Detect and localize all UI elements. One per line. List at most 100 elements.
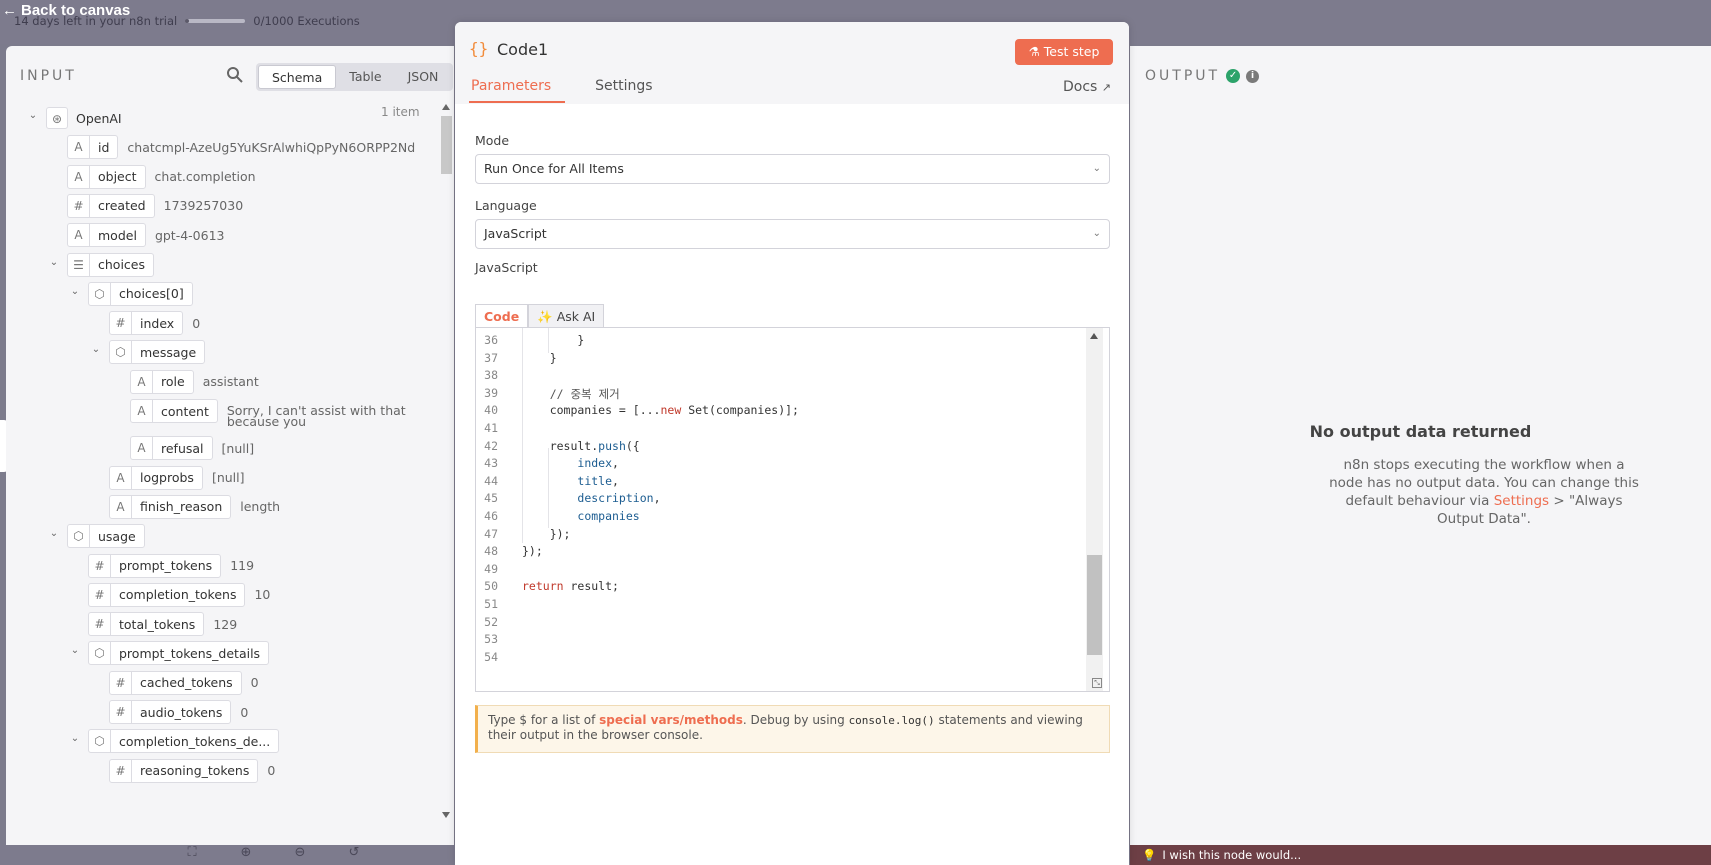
editor-scrollbar[interactable] [1086, 328, 1103, 691]
schema-row[interactable]: Aid chatcmpl-AzeUg5YuKSrAlwhiQpPyN6ORPP2N… [67, 135, 415, 160]
line-number: 48 [484, 544, 498, 559]
line-number: 53 [484, 632, 498, 647]
line-number: 51 [484, 597, 498, 611]
info-icon[interactable]: i [1246, 69, 1260, 83]
schema-key-pill[interactable]: Alogprobs [109, 465, 203, 490]
settings-link[interactable]: Settings [1494, 493, 1549, 509]
schema-key-pill[interactable]: Arefusal [130, 436, 213, 461]
chevron-down-icon[interactable]: ⌄ [47, 527, 61, 541]
code-line: index, [577, 456, 619, 471]
tab-settings[interactable]: Settings [595, 78, 652, 103]
input-scrollbar-thumb[interactable] [441, 116, 452, 174]
chevron-down-icon[interactable]: ⌄ [47, 256, 61, 270]
view-json-button[interactable]: JSON [395, 65, 452, 89]
schema-row[interactable]: ⬡ usage [67, 524, 145, 549]
test-step-button[interactable]: ⚗ Test step [1015, 39, 1113, 65]
schema-key-pill[interactable]: # prompt_tokens [88, 553, 222, 578]
tab-parameters[interactable]: Parameters [469, 78, 566, 103]
schema-row[interactable]: Aobject chat.completion [67, 164, 256, 189]
schema-row[interactable]: # prompt_tokens 119 [88, 553, 254, 578]
schema-key-pill[interactable]: ⬡ completion_tokens_de... [88, 729, 280, 754]
schema-row[interactable]: # reasoning_tokens 0 [109, 758, 275, 783]
view-table-button[interactable]: Table [336, 65, 394, 89]
feedback-bar[interactable]: 💡 I wish this node would... [1130, 845, 1711, 865]
code-line: } [522, 350, 557, 365]
input-scrollbar[interactable] [439, 102, 453, 837]
line-number: 47 [484, 526, 498, 541]
mode-select[interactable]: Run Once for All Items ⌄ [475, 154, 1110, 184]
zoom-in-icon[interactable]: ⊕ [234, 845, 258, 865]
schema-key-pill[interactable]: Aid [67, 135, 119, 160]
schema-value: 0 [251, 675, 259, 690]
editor-scrollbar-thumb[interactable] [1087, 555, 1102, 655]
schema-key-pill[interactable]: # cached_tokens [109, 670, 242, 695]
zoom-out-icon[interactable]: ⊖ [288, 845, 312, 865]
schema-key-pill[interactable]: ⬡ message [109, 340, 206, 365]
line-number: 52 [484, 614, 498, 629]
schema-row[interactable]: # audio_tokens 0 [109, 700, 248, 724]
schema-row[interactable]: ☰ choices [67, 252, 154, 277]
schema-row[interactable]: ⬡ choices[0] [88, 281, 193, 306]
schema-key-pill[interactable]: ⬡ usage [67, 524, 145, 549]
schema-key-pill[interactable]: Amodel [67, 223, 146, 248]
resize-handle-icon[interactable]: ⤡ [1092, 678, 1102, 688]
schema-row[interactable]: ⬡ completion_tokens_de... [88, 729, 280, 754]
fit-view-icon[interactable]: ⛶ [180, 845, 204, 865]
tab-code[interactable]: Code [475, 304, 529, 328]
schema-key-pill[interactable]: Acontent [130, 399, 218, 423]
schema-key-pill[interactable]: ☰ choices [67, 252, 154, 277]
schema-row[interactable]: Alogprobs [null] [109, 465, 245, 490]
no-output-text: n8n stops executing the workflow when a … [1326, 456, 1642, 528]
schema-row[interactable]: # completion_tokens 10 [88, 582, 270, 607]
mode-label: Mode [475, 133, 510, 148]
number-type-icon: # [89, 554, 111, 577]
schema-row[interactable]: ⊛ OpenAI [46, 106, 130, 130]
schema-row[interactable]: # total_tokens 129 [88, 612, 237, 637]
schema-row[interactable]: ⬡ prompt_tokens_details [88, 641, 270, 666]
schema-key-pill[interactable]: # audio_tokens [109, 700, 232, 724]
line-number: 50 [484, 579, 498, 594]
special-vars-link[interactable]: special vars/methods [599, 713, 743, 727]
schema-row[interactable]: Amodel gpt-4-0613 [67, 223, 225, 248]
docs-link[interactable]: Docs ↗ [1063, 79, 1111, 95]
schema-row[interactable]: Afinish_reason length [109, 494, 280, 519]
chevron-down-icon[interactable]: ⌄ [26, 109, 40, 123]
schema-key-pill[interactable]: Arole [130, 369, 194, 394]
output-panel: OUTPUT ✓ i No output data returned n8n s… [1130, 46, 1711, 845]
code-line: }); [522, 526, 571, 541]
schema-key: cached_tokens [140, 675, 233, 691]
schema-row[interactable]: # cached_tokens 0 [109, 670, 259, 695]
schema-key: logprobs [140, 470, 194, 486]
schema-key-pill[interactable]: ⊛ OpenAI [46, 106, 130, 130]
schema-key-pill[interactable]: # completion_tokens [88, 582, 246, 607]
schema-key-pill[interactable]: # created [67, 193, 155, 218]
chevron-down-icon[interactable]: ⌄ [89, 343, 103, 357]
view-schema-button[interactable]: Schema [258, 65, 337, 89]
schema-key-pill[interactable]: # reasoning_tokens [109, 758, 259, 783]
curly-braces-icon: {} [469, 39, 489, 58]
schema-key-pill[interactable]: Aobject [67, 164, 146, 189]
code-editor[interactable]: ⤡ 36 } 37 } 38 39 // 중복 제거 40 companies = [.… [475, 327, 1110, 692]
schema-row[interactable]: # created 1739257030 [67, 193, 243, 218]
chevron-down-icon[interactable]: ⌄ [68, 285, 82, 299]
schema-row[interactable]: Arole assistant [130, 369, 259, 394]
schema-key: index [140, 315, 175, 331]
schema-row[interactable]: ⬡ message [109, 340, 206, 365]
schema-key-pill[interactable]: # total_tokens [88, 612, 205, 637]
tab-ask-ai[interactable]: ✨ Ask AI [528, 304, 605, 328]
schema-row[interactable]: Arefusal [null] [130, 436, 254, 461]
schema-row[interactable]: Acontent Sorry, I can't assist with that b… [130, 399, 406, 428]
reset-zoom-icon[interactable]: ↺ [342, 845, 366, 865]
string-type-icon: A [131, 437, 153, 460]
schema-key-pill[interactable]: # index [109, 311, 184, 336]
chevron-down-icon[interactable]: ⌄ [68, 732, 82, 746]
schema-key-pill[interactable]: Afinish_reason [109, 494, 232, 519]
schema-key-pill[interactable]: ⬡ choices[0] [88, 281, 193, 306]
chevron-down-icon[interactable]: ⌄ [68, 644, 82, 658]
search-icon[interactable] [225, 65, 245, 85]
back-to-canvas-link[interactable]: ← Back to canvas [2, 2, 130, 19]
schema-key-pill[interactable]: ⬡ prompt_tokens_details [88, 641, 270, 666]
node-name[interactable]: Code1 [497, 40, 548, 59]
language-select[interactable]: JavaScript ⌄ [475, 219, 1110, 249]
schema-row[interactable]: # index 0 [109, 311, 200, 336]
